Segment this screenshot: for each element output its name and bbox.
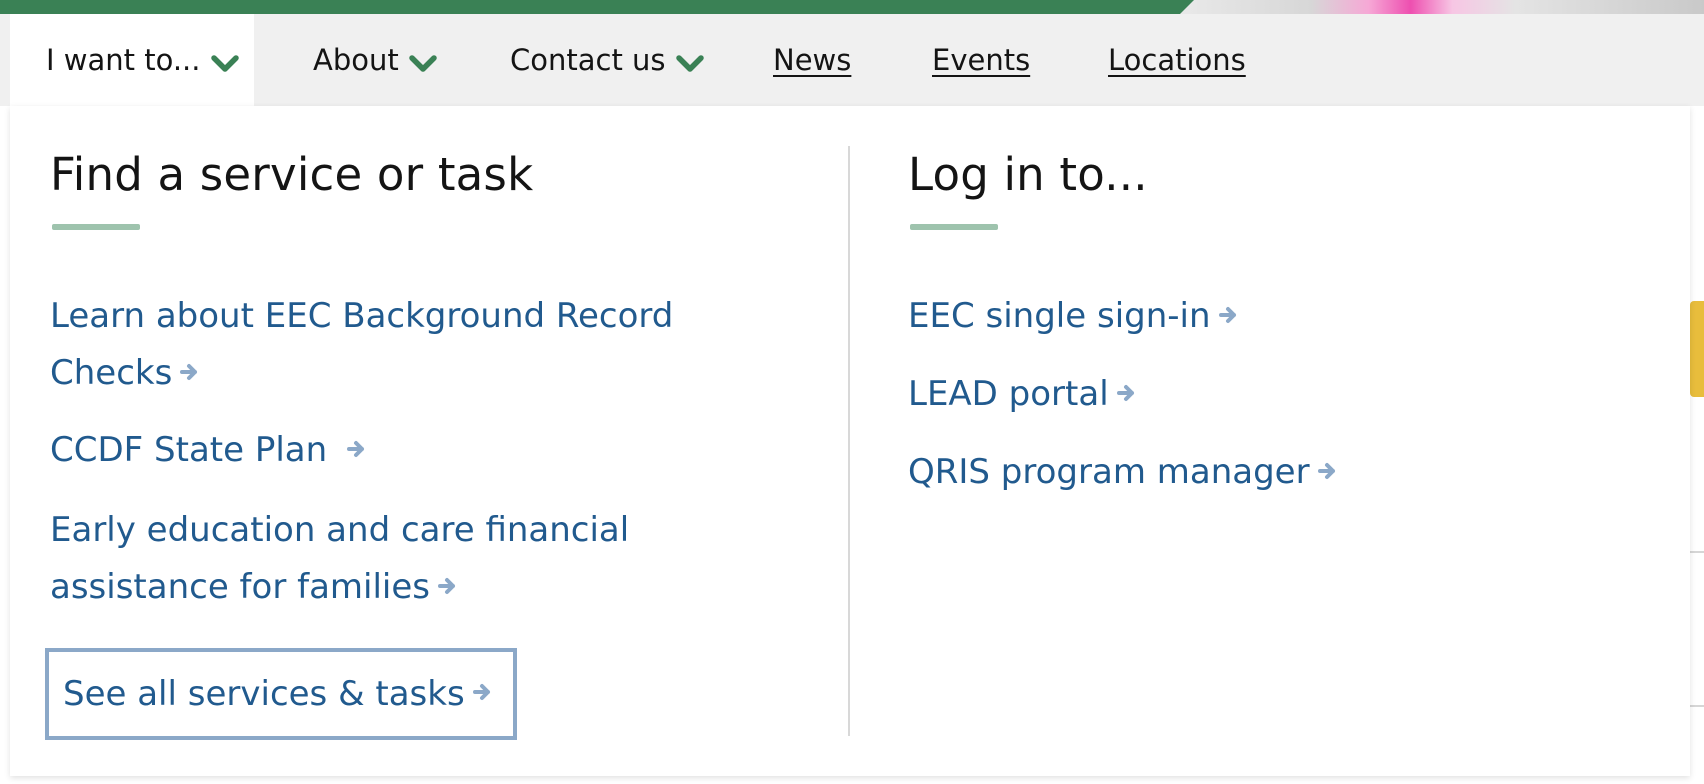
nav-item-label: News — [773, 43, 852, 77]
heading-underline — [910, 224, 998, 230]
column-divider — [848, 146, 850, 736]
nav-item-contact-us[interactable]: Contact us — [510, 14, 704, 106]
arrow-right-icon — [180, 343, 200, 400]
nav-item-about[interactable]: About — [313, 14, 437, 106]
main-navigation: I want to... About Contact us News Event… — [0, 14, 1704, 106]
arrow-right-icon — [1218, 286, 1239, 343]
nav-item-label: Contact us — [510, 43, 666, 77]
link-text-line1: Early education and care financial — [50, 510, 630, 550]
i-want-to-dropdown-panel: Find a service or task Learn about EEC B… — [10, 106, 1690, 776]
link-text-line2: Checks — [50, 353, 173, 393]
link-background-record-checks[interactable]: Learn about EEC Background Record Checks — [50, 288, 673, 403]
chevron-down-icon — [210, 46, 239, 80]
link-financial-assistance[interactable]: Early education and care financial assis… — [50, 502, 629, 617]
background-divider — [1690, 705, 1704, 707]
arrow-right-icon — [347, 420, 367, 477]
link-text-line1: Learn about EEC Background Record — [50, 296, 674, 336]
link-text: CCDF State Plan — [50, 430, 328, 470]
link-text: EEC single sign-in — [908, 296, 1211, 336]
see-all-services-button[interactable]: See all services & tasks — [45, 648, 517, 740]
services-heading: Find a service or task — [50, 148, 534, 201]
chevron-down-icon — [409, 46, 437, 80]
nav-item-locations[interactable]: Locations — [1108, 14, 1246, 106]
chevron-down-icon — [675, 46, 704, 80]
background-accent-tab — [1690, 301, 1704, 397]
nav-item-events[interactable]: Events — [932, 14, 1030, 106]
link-text-line2: assistance for families — [50, 567, 431, 607]
nav-item-label: Locations — [1108, 43, 1246, 77]
background-divider — [1690, 551, 1704, 553]
nav-item-news[interactable]: News — [773, 14, 851, 106]
nav-item-i-want-to[interactable]: I want to... — [10, 14, 254, 106]
link-qris-program-manager[interactable]: QRIS program manager — [908, 444, 1338, 502]
link-text: QRIS program manager — [908, 452, 1310, 492]
arrow-right-icon — [1116, 364, 1137, 421]
nav-item-label: Events — [932, 43, 1031, 77]
nav-item-label: About — [313, 43, 399, 77]
link-ccdf-state-plan[interactable]: CCDF State Plan — [50, 422, 367, 480]
heading-underline — [52, 224, 140, 230]
link-eec-single-sign-in[interactable]: EEC single sign-in — [908, 288, 1239, 346]
arrow-right-icon — [472, 671, 493, 711]
login-heading: Log in to... — [908, 148, 1148, 201]
hero-image-peek — [1180, 0, 1704, 14]
link-lead-portal[interactable]: LEAD portal — [908, 366, 1137, 424]
arrow-right-icon — [438, 557, 458, 614]
nav-item-label: I want to... — [46, 43, 201, 77]
link-text: LEAD portal — [908, 374, 1109, 414]
see-all-label: See all services & tasks — [63, 674, 465, 714]
arrow-right-icon — [1317, 442, 1338, 499]
